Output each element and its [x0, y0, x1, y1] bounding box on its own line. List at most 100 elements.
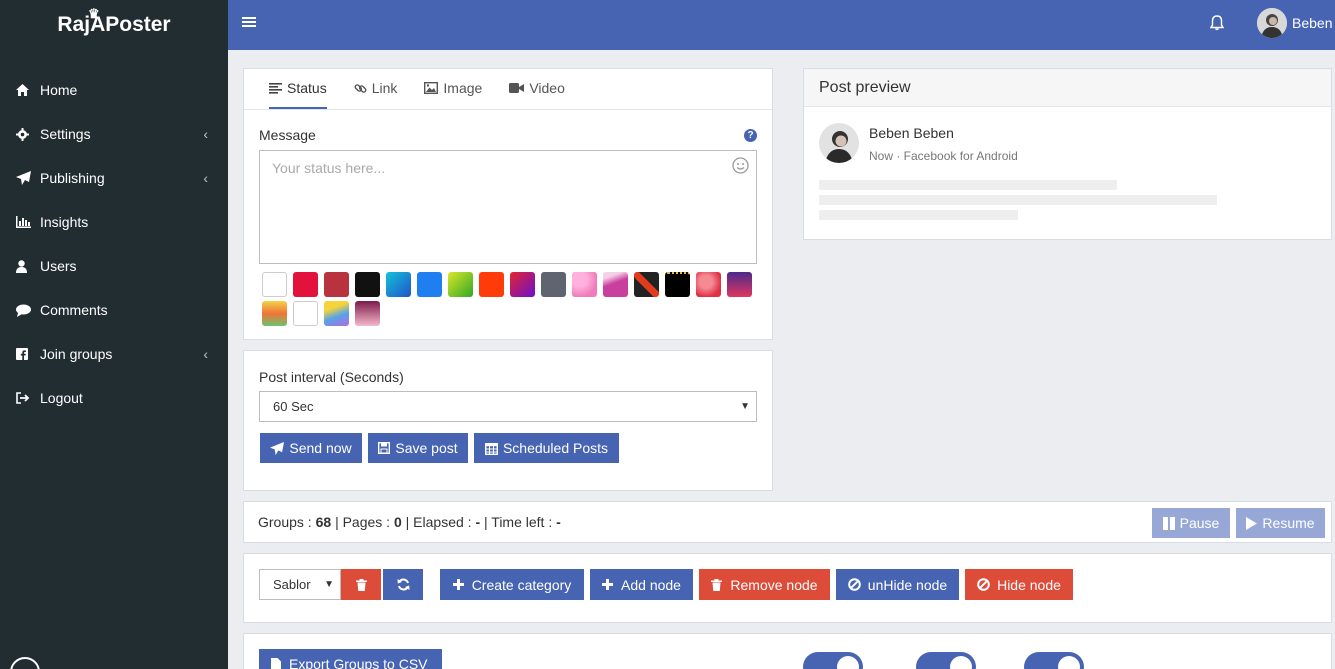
category-select[interactable]: Sablor ▼ — [259, 569, 341, 600]
calendar-icon — [484, 442, 498, 455]
swatch[interactable] — [572, 272, 597, 297]
swatch[interactable] — [386, 272, 411, 297]
help-icon[interactable]: ? — [744, 129, 757, 142]
sidebar-item-comments[interactable]: Comments — [0, 288, 228, 332]
message-label: Message — [259, 127, 316, 143]
link-icon — [354, 83, 367, 93]
swatch[interactable] — [696, 272, 721, 297]
preview-header: Post preview — [804, 69, 1331, 107]
swatch[interactable] — [665, 272, 690, 297]
sidebar-item-label: Settings — [40, 126, 91, 142]
send-now-button[interactable]: Send now — [260, 433, 362, 463]
sign-out-icon — [16, 392, 40, 404]
swatch[interactable] — [603, 272, 628, 297]
sidebar-item-label: Insights — [40, 214, 89, 230]
pause-button[interactable]: Pause — [1152, 508, 1230, 538]
pause-label: Pause — [1179, 515, 1220, 531]
skeleton-line — [819, 195, 1217, 205]
sidebar-item-users[interactable]: Users — [0, 244, 228, 288]
add-node-button[interactable]: Add node — [590, 569, 693, 600]
sidebar-nav: Home Settings ‹ Publishing ‹ Insights Us… — [0, 68, 228, 420]
sidebar-item-join-groups[interactable]: Join groups ‹ — [0, 332, 228, 376]
tab-image[interactable]: Image — [424, 69, 482, 109]
sidebar-item-insights[interactable]: Insights — [0, 200, 228, 244]
skeleton-line — [819, 180, 1117, 190]
sidebar-item-label: Users — [40, 258, 77, 274]
preview-title: Post preview — [819, 79, 911, 96]
play-icon — [1246, 516, 1258, 530]
emoji-icon[interactable] — [732, 157, 749, 177]
crown-icon: ♛ — [88, 6, 100, 21]
swatch[interactable] — [448, 272, 473, 297]
unhide-node-button[interactable]: unHide node — [836, 569, 959, 600]
save-post-label: Save post — [395, 440, 458, 456]
swatch[interactable] — [324, 272, 349, 297]
toggle-switch[interactable] — [803, 652, 863, 669]
swatch[interactable] — [293, 301, 318, 326]
sidebar-item-logout[interactable]: Logout — [0, 376, 228, 420]
remove-node-button[interactable]: Remove node — [699, 569, 830, 600]
composer-panel: Status Link Image Video Message ? Your s… — [243, 68, 773, 340]
progress-line: Groups : 68 | Pages : 0 | Elapsed : - | … — [258, 514, 561, 530]
ban-icon — [847, 578, 861, 591]
ban-icon — [977, 578, 990, 591]
scheduled-posts-button[interactable]: Scheduled Posts — [474, 433, 619, 463]
avatar[interactable] — [1257, 8, 1287, 38]
swatch[interactable] — [510, 272, 535, 297]
chevron-left-icon: ‹ — [203, 170, 208, 186]
export-csv-button[interactable]: Export Groups to CSV — [259, 649, 442, 669]
sidebar-item-settings[interactable]: Settings ‹ — [0, 112, 228, 156]
user-name[interactable]: Beben — [1292, 15, 1332, 31]
comment-icon — [16, 304, 40, 317]
align-left-icon — [269, 82, 282, 94]
swatch[interactable] — [355, 301, 380, 326]
export-csv-label: Export Groups to CSV — [289, 656, 428, 669]
sidebar-item-home[interactable]: Home — [0, 68, 228, 112]
create-category-button[interactable]: Create category — [440, 569, 584, 600]
preview-avatar — [819, 123, 859, 163]
logo[interactable]: ♛ RajAPoster — [0, 0, 228, 50]
interval-select[interactable]: 60 Sec ▼ — [259, 391, 757, 422]
file-icon — [271, 657, 281, 669]
swatch[interactable] — [479, 272, 504, 297]
remove-node-label: Remove node — [730, 576, 818, 593]
send-now-label: Send now — [289, 440, 352, 456]
groups-count: 68 — [315, 514, 332, 530]
swatch[interactable] — [541, 272, 566, 297]
refresh-icon — [397, 578, 409, 591]
chevron-left-icon: ‹ — [203, 346, 208, 362]
sidebar-item-label: Comments — [40, 302, 108, 318]
logo-text: RajAPoster — [57, 13, 171, 36]
swatch[interactable] — [324, 301, 349, 326]
tab-label: Video — [529, 80, 565, 96]
swatch[interactable] — [417, 272, 442, 297]
refresh-button[interactable] — [383, 569, 423, 600]
resume-button[interactable]: Resume — [1236, 508, 1325, 538]
swatch[interactable] — [634, 272, 659, 297]
hamburger-menu-icon[interactable] — [242, 15, 256, 31]
swatch[interactable] — [355, 272, 380, 297]
swatch[interactable] — [293, 272, 318, 297]
delete-category-button[interactable] — [341, 569, 381, 600]
tab-label: Link — [371, 80, 398, 96]
toggle-switch[interactable] — [916, 652, 976, 669]
interval-label: Post interval (Seconds) — [259, 369, 404, 385]
scheduled-posts-label: Scheduled Posts — [502, 440, 609, 456]
swatch[interactable] — [262, 301, 287, 326]
create-category-label: Create category — [471, 576, 572, 593]
swatch[interactable] — [262, 272, 287, 297]
post-preview-panel: Post preview Beben Beben Now · Facebook … — [803, 68, 1332, 240]
tab-status[interactable]: Status — [269, 69, 327, 109]
tab-video[interactable]: Video — [509, 69, 565, 109]
toggle-switch[interactable] — [1024, 652, 1084, 669]
plus-icon — [452, 579, 464, 590]
message-textarea[interactable]: Your status here... — [259, 150, 757, 264]
tab-link[interactable]: Link — [354, 69, 398, 109]
bell-icon[interactable] — [1209, 15, 1225, 34]
sidebar-item-publishing[interactable]: Publishing ‹ — [0, 156, 228, 200]
swatch[interactable] — [727, 272, 752, 297]
save-post-button[interactable]: Save post — [368, 433, 468, 463]
chevron-left-icon: ‹ — [203, 126, 208, 142]
hide-node-button[interactable]: Hide node — [965, 569, 1073, 600]
skeleton-line — [819, 210, 1018, 220]
